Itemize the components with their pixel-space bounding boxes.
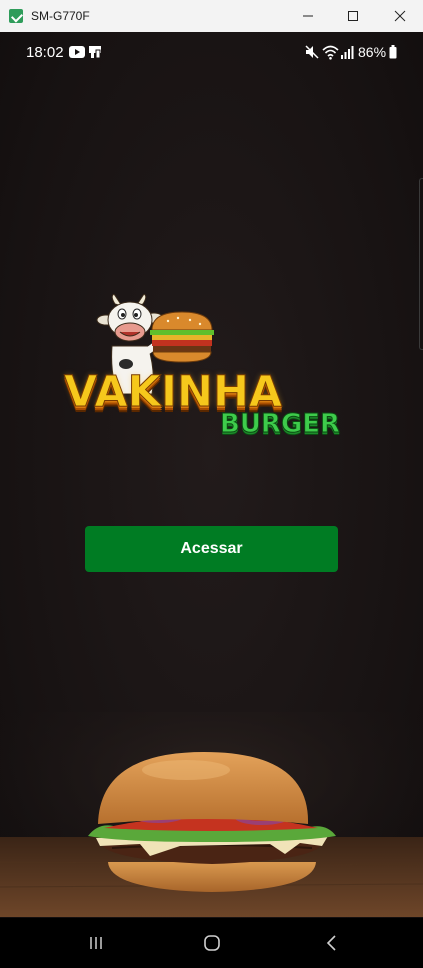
mute-icon [305, 45, 319, 59]
home-icon [204, 935, 220, 951]
youtube-icon [69, 46, 85, 58]
signal-icon [341, 46, 354, 59]
maximize-icon [348, 11, 358, 21]
navigation-bar [0, 918, 423, 968]
back-icon [326, 935, 336, 951]
status-time: 18:02 [26, 44, 64, 61]
back-button[interactable] [302, 918, 362, 968]
logo-wordmark: VAKINHA [63, 367, 283, 417]
window-titlebar: SM-G770F [0, 0, 423, 32]
vakinha-burger-logo: VAKINHA BURGER [60, 294, 365, 454]
battery-icon [389, 45, 397, 59]
minimize-icon [303, 15, 313, 17]
access-button[interactable]: Acessar [85, 526, 338, 572]
window-title: SM-G770F [31, 9, 90, 23]
status-bar: 18:02 86% [0, 32, 423, 72]
maximize-button[interactable] [330, 0, 376, 32]
recents-button[interactable] [66, 918, 126, 968]
phone-screen: 18:02 86% VAKINHA BURGER Acessar [0, 32, 423, 968]
side-handle[interactable] [419, 178, 423, 350]
wifi-icon [322, 45, 339, 60]
minimize-button[interactable] [285, 0, 331, 32]
notification-icon [89, 46, 101, 59]
app-icon [9, 9, 23, 23]
burger-photo [0, 712, 423, 917]
close-button[interactable] [377, 0, 423, 32]
battery-percent: 86% [358, 44, 387, 60]
home-button[interactable] [182, 918, 242, 968]
logo-subtitle: BURGER [219, 409, 341, 439]
close-icon [394, 10, 406, 22]
recents-icon [90, 937, 102, 949]
